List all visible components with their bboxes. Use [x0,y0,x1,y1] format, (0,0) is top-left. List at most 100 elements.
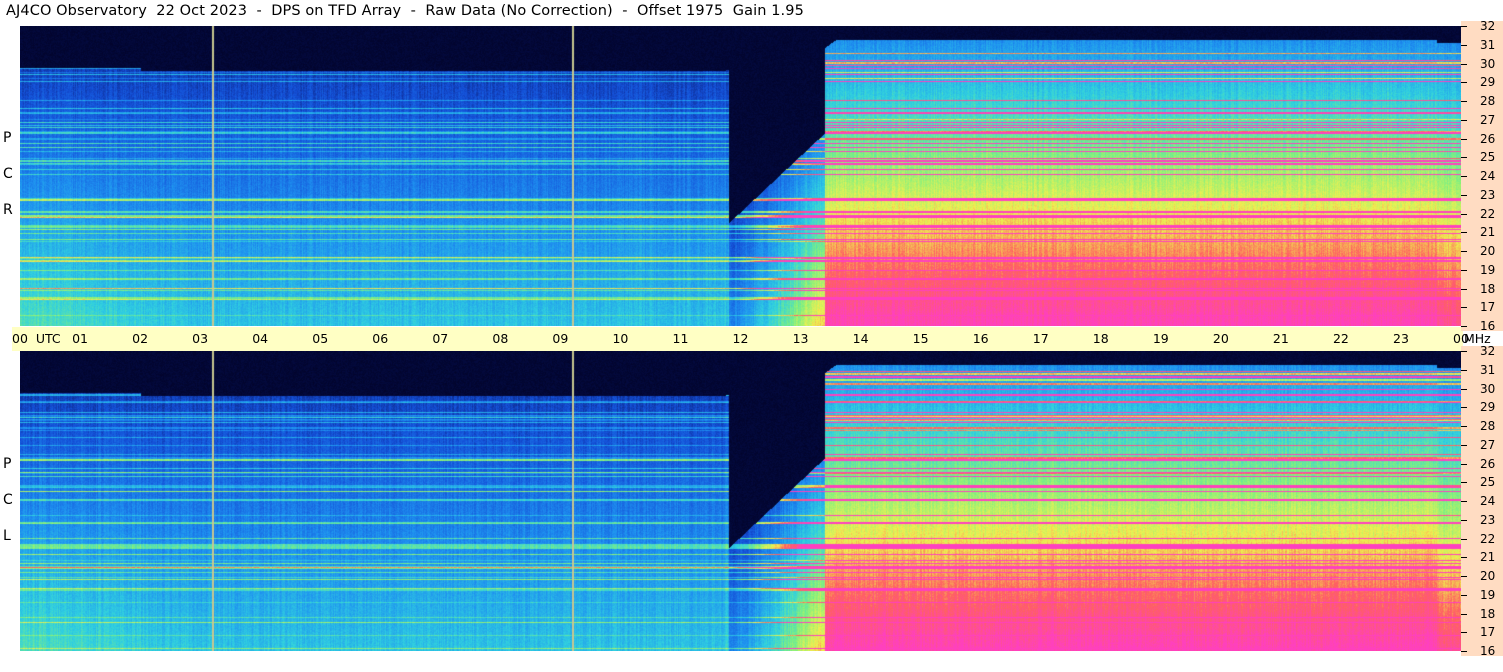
freq-tick [1461,326,1467,327]
freq-tick-label: 21 [1480,225,1496,240]
freq-tick [1461,269,1467,271]
freq-tick [1461,407,1467,409]
freq-tick [1461,194,1467,196]
time-tick-label: 09 [552,331,569,346]
freq-tick [1461,213,1467,215]
time-tick-label: 03 [192,331,209,346]
time-tick-label: 13 [792,331,809,346]
freq-tick [1461,426,1467,427]
time-tick-label: 04 [252,331,269,346]
freq-tick [1461,594,1467,596]
time-tick-label: 07 [432,331,449,346]
freq-tick-label: 23 [1480,512,1496,527]
freq-tick [1461,351,1467,352]
time-tick-label: 22 [1332,331,1349,346]
freq-tick [1461,44,1467,46]
time-tick-label: 20 [1212,331,1229,346]
freq-tick [1461,501,1467,502]
chart-title: AJ4CO Observatory 22 Oct 2023 - DPS on T… [6,3,804,19]
freq-tick [1461,288,1467,290]
freq-tick-label: 32 [1480,344,1496,358]
spectrogram-lcp [20,351,1461,651]
time-tick-label: 08 [492,331,509,346]
freq-tick [1461,157,1467,159]
freq-axis-bottom: 32 31 30 29 28 27 26 25 24 23 22 21 20 19 18 17 16 [1461,344,1503,658]
freq-tick-label: 20 [1480,244,1496,258]
freq-tick-label: 18 [1480,281,1496,296]
freq-tick [1461,101,1467,102]
freq-tick [1461,632,1467,634]
pol-letter: C [3,492,13,508]
freq-tick-label: 24 [1480,169,1496,183]
freq-tick [1461,82,1467,84]
freq-tick-label: 26 [1480,456,1496,471]
freq-tick [1461,307,1467,309]
freq-tick-label: 17 [1480,625,1496,640]
time-tick-label: 11 [672,331,689,346]
spectrogram-rcp-canvas [20,26,1461,326]
freq-tick [1461,369,1467,371]
freq-tick [1461,119,1467,121]
freq-tick-label: 18 [1480,606,1496,621]
freq-tick [1461,576,1467,577]
time-tick-label: 02 [132,331,149,346]
freq-tick [1461,482,1467,484]
time-tick-label: 12 [732,331,749,346]
freq-tick-label: 16 [1480,644,1496,658]
freq-tick [1461,176,1467,177]
freq-tick-label: 21 [1480,550,1496,565]
pol-letter: R [3,202,13,218]
freq-tick-label: 25 [1480,150,1496,165]
time-tick-label: 01 [72,331,88,346]
time-tick-label: 06 [372,331,389,346]
time-tick-label: 10 [612,331,629,346]
freq-tick-label: 27 [1480,437,1496,452]
freq-tick-label: 24 [1480,494,1496,508]
freq-tick [1461,138,1467,140]
freq-tick-label: 27 [1480,112,1496,127]
freq-tick-label: 25 [1480,475,1496,490]
time-tick-label: 23 [1393,331,1409,346]
spectrogram-lcp-canvas [20,351,1461,651]
freq-tick-label: 16 [1480,319,1496,333]
time-tick-label: 05 [312,331,329,346]
pol-letter: P [3,130,12,146]
freq-axis-top: 32 31 30 29 28 27 26 25 24 23 22 21 20 19 18 17 16 [1461,19,1503,333]
freq-tick-label: 19 [1480,587,1496,602]
freq-tick [1461,519,1467,521]
time-tick-label: 19 [1152,331,1169,346]
freq-tick [1461,444,1467,446]
freq-tick [1461,388,1467,390]
freq-tick [1461,613,1467,615]
pol-letter: L [3,528,11,544]
freq-tick-label: 23 [1480,187,1496,202]
freq-tick [1461,251,1467,252]
freq-tick-label: 31 [1480,362,1496,377]
freq-tick [1461,232,1467,234]
time-tick-label: 00 UTC [12,331,61,346]
freq-tick-label: 30 [1480,56,1496,71]
time-tick-label: 21 [1272,331,1289,346]
freq-tick-label: 26 [1480,131,1496,146]
pol-letter: C [3,166,13,182]
freq-tick-label: 29 [1480,75,1496,90]
spectrogram-rcp [20,26,1461,326]
time-tick-label: 14 [852,331,869,346]
time-tick-label: 15 [912,331,929,346]
time-tick-label: 18 [1092,331,1109,346]
freq-tick-label: 28 [1480,419,1496,433]
freq-tick [1461,557,1467,559]
freq-tick-label: 29 [1480,400,1496,415]
pol-letter: P [3,456,12,472]
freq-tick [1461,651,1467,652]
freq-tick-label: 17 [1480,300,1496,315]
freq-tick-label: 30 [1480,381,1496,396]
freq-tick [1461,26,1467,27]
freq-tick [1461,463,1467,465]
time-tick-label: 17 [1032,331,1049,346]
freq-tick-label: 22 [1480,206,1496,221]
freq-tick-label: 20 [1480,569,1496,583]
freq-tick-label: 31 [1480,37,1496,52]
freq-tick-label: 32 [1480,19,1496,33]
time-tick-label: 16 [972,331,989,346]
